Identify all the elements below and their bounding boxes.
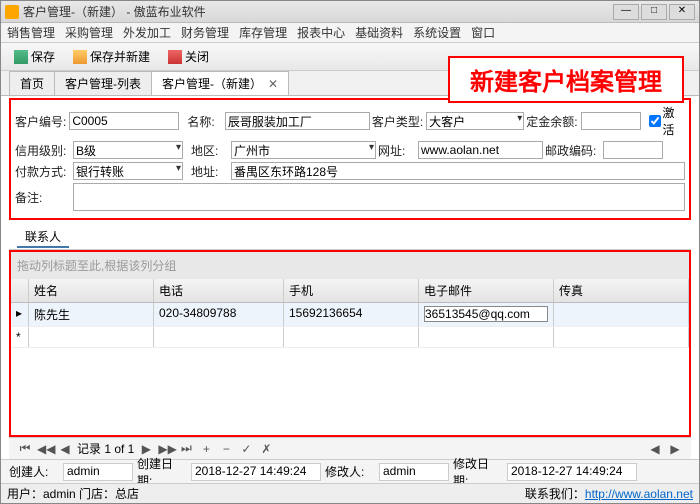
col-email[interactable]: 电子邮件 [419, 279, 554, 302]
remark-label: 备注: [15, 189, 71, 206]
close-tab-button[interactable]: 关闭 [161, 45, 216, 68]
type-select[interactable] [426, 112, 524, 130]
pager-text: 记录 1 of 1 [77, 440, 134, 457]
menu-report[interactable]: 报表中心 [297, 24, 345, 41]
table-row[interactable]: ▸ 陈先生 020-34809788 15692136654 [11, 303, 689, 327]
cdate-value: 2018-12-27 14:49:24 [191, 463, 321, 481]
app-icon [5, 5, 19, 19]
pager-nextpage[interactable]: ▶▶ [158, 442, 174, 456]
close-button[interactable]: ✕ [669, 4, 695, 20]
cell-tel[interactable]: 020-34809788 [154, 303, 284, 326]
pager-prev[interactable]: ◀ [57, 442, 73, 456]
url-label: 网址: [378, 142, 416, 159]
save-button[interactable]: 保存 [7, 45, 62, 68]
pager-left[interactable]: ◀ [647, 442, 663, 456]
cell-name[interactable]: 陈先生 [29, 303, 154, 326]
region-label: 地区: [191, 142, 229, 159]
audit-bar: 创建人: admin 创建日期: 2018-12-27 14:49:24 修改人… [1, 459, 699, 483]
titlebar: 客户管理-（新建） - 傲蓝布业软件 — □ ✕ [1, 1, 699, 23]
annotation-overlay: 新建客户档案管理 [448, 56, 684, 103]
col-name[interactable]: 姓名 [29, 279, 154, 302]
save-icon [14, 50, 28, 64]
pager-first[interactable]: ⏮ [17, 441, 33, 456]
zip-label: 邮政编码: [545, 142, 601, 159]
pay-select[interactable] [73, 162, 183, 180]
code-label: 客户编号: [15, 113, 67, 130]
menu-finance[interactable]: 财务管理 [181, 24, 229, 41]
mdate-value: 2018-12-27 14:49:24 [507, 463, 637, 481]
group-hint: 拖动列标题至此,根据该列分组 [11, 252, 689, 279]
tab-home[interactable]: 首页 [9, 71, 55, 95]
menu-window[interactable]: 窗口 [471, 24, 495, 41]
region-select[interactable] [231, 141, 376, 159]
col-tel[interactable]: 电话 [154, 279, 284, 302]
tab-close-icon[interactable]: ✕ [268, 77, 278, 91]
pager-cancel[interactable]: ✗ [258, 442, 274, 456]
minimize-button[interactable]: — [613, 4, 639, 20]
code-input[interactable] [69, 112, 179, 130]
row-indicator: ▸ [11, 303, 29, 326]
maximize-button[interactable]: □ [641, 4, 667, 20]
pay-label: 付款方式: [15, 163, 71, 180]
balance-label: 定金余额: [526, 113, 578, 130]
window-title: 客户管理-（新建） - 傲蓝布业软件 [23, 3, 613, 20]
creator-label: 创建人: [9, 463, 59, 480]
cdate-label: 创建日期: [137, 455, 187, 484]
pager-ok[interactable]: ✓ [238, 442, 254, 456]
save-new-icon [73, 50, 87, 64]
col-mobile[interactable]: 手机 [284, 279, 419, 302]
cell-email[interactable] [419, 303, 554, 326]
credit-select[interactable] [73, 141, 183, 159]
email-editor[interactable] [424, 306, 548, 322]
balance-input[interactable] [581, 112, 641, 130]
remark-input[interactable] [73, 183, 685, 211]
pager-add[interactable]: + [198, 442, 214, 456]
pager-right[interactable]: ▶ [667, 442, 683, 456]
contacts-grid: 拖动列标题至此,根据该列分组 姓名 电话 手机 电子邮件 传真 ▸ 陈先生 02… [9, 250, 691, 437]
contact-link[interactable]: http://www.aolan.net [585, 487, 693, 501]
pager: ⏮ ◀◀ ◀ 记录 1 of 1 ▶ ▶▶ ⏭ + − ✓ ✗ ◀ ▶ [9, 437, 691, 459]
addr-label: 地址: [191, 163, 229, 180]
url-input[interactable] [418, 141, 543, 159]
cell-mobile[interactable]: 15692136654 [284, 303, 419, 326]
menu-base[interactable]: 基础资料 [355, 24, 403, 41]
menubar: 销售管理 采购管理 外发加工 财务管理 库存管理 报表中心 基础资料 系统设置 … [1, 23, 699, 43]
modifier-label: 修改人: [325, 463, 375, 480]
menu-stock[interactable]: 库存管理 [239, 24, 287, 41]
modifier-value: admin [379, 463, 449, 481]
pager-next[interactable]: ▶ [138, 442, 154, 456]
customer-form: 客户编号: 名称: 客户类型: 定金余额: 激活 信用级别: 地区: 网址: 邮… [9, 98, 691, 220]
active-checkbox[interactable] [649, 115, 661, 127]
cell-fax[interactable] [554, 303, 689, 326]
pager-del[interactable]: − [218, 442, 234, 456]
statusbar: 用户：admin 门店：总店 联系我们：http://www.aolan.net [1, 483, 699, 503]
menu-settings[interactable]: 系统设置 [413, 24, 461, 41]
active-label: 激活 [663, 104, 685, 138]
save-new-button[interactable]: 保存并新建 [66, 45, 157, 68]
status-user: 用户：admin 门店：总店 [7, 485, 139, 502]
name-input[interactable] [225, 112, 370, 130]
pager-prevpage[interactable]: ◀◀ [37, 442, 53, 456]
contacts-tab: 联系人 [9, 224, 691, 250]
type-label: 客户类型: [372, 113, 424, 130]
close-icon [168, 50, 182, 64]
credit-label: 信用级别: [15, 142, 71, 159]
table-row[interactable]: * [11, 327, 689, 348]
addr-input[interactable] [231, 162, 685, 180]
menu-outsource[interactable]: 外发加工 [123, 24, 171, 41]
grid-header: 姓名 电话 手机 电子邮件 传真 [11, 279, 689, 303]
contact-label: 联系我们： [525, 487, 585, 501]
name-label: 名称: [187, 113, 223, 130]
menu-purchase[interactable]: 采购管理 [65, 24, 113, 41]
creator-value: admin [63, 463, 133, 481]
zip-input[interactable] [603, 141, 663, 159]
tab-list[interactable]: 客户管理-列表 [54, 71, 152, 95]
tab-new[interactable]: 客户管理-（新建）✕ [151, 71, 289, 95]
mdate-label: 修改日期: [453, 455, 503, 484]
col-fax[interactable]: 传真 [554, 279, 689, 302]
menu-sales[interactable]: 销售管理 [7, 24, 55, 41]
